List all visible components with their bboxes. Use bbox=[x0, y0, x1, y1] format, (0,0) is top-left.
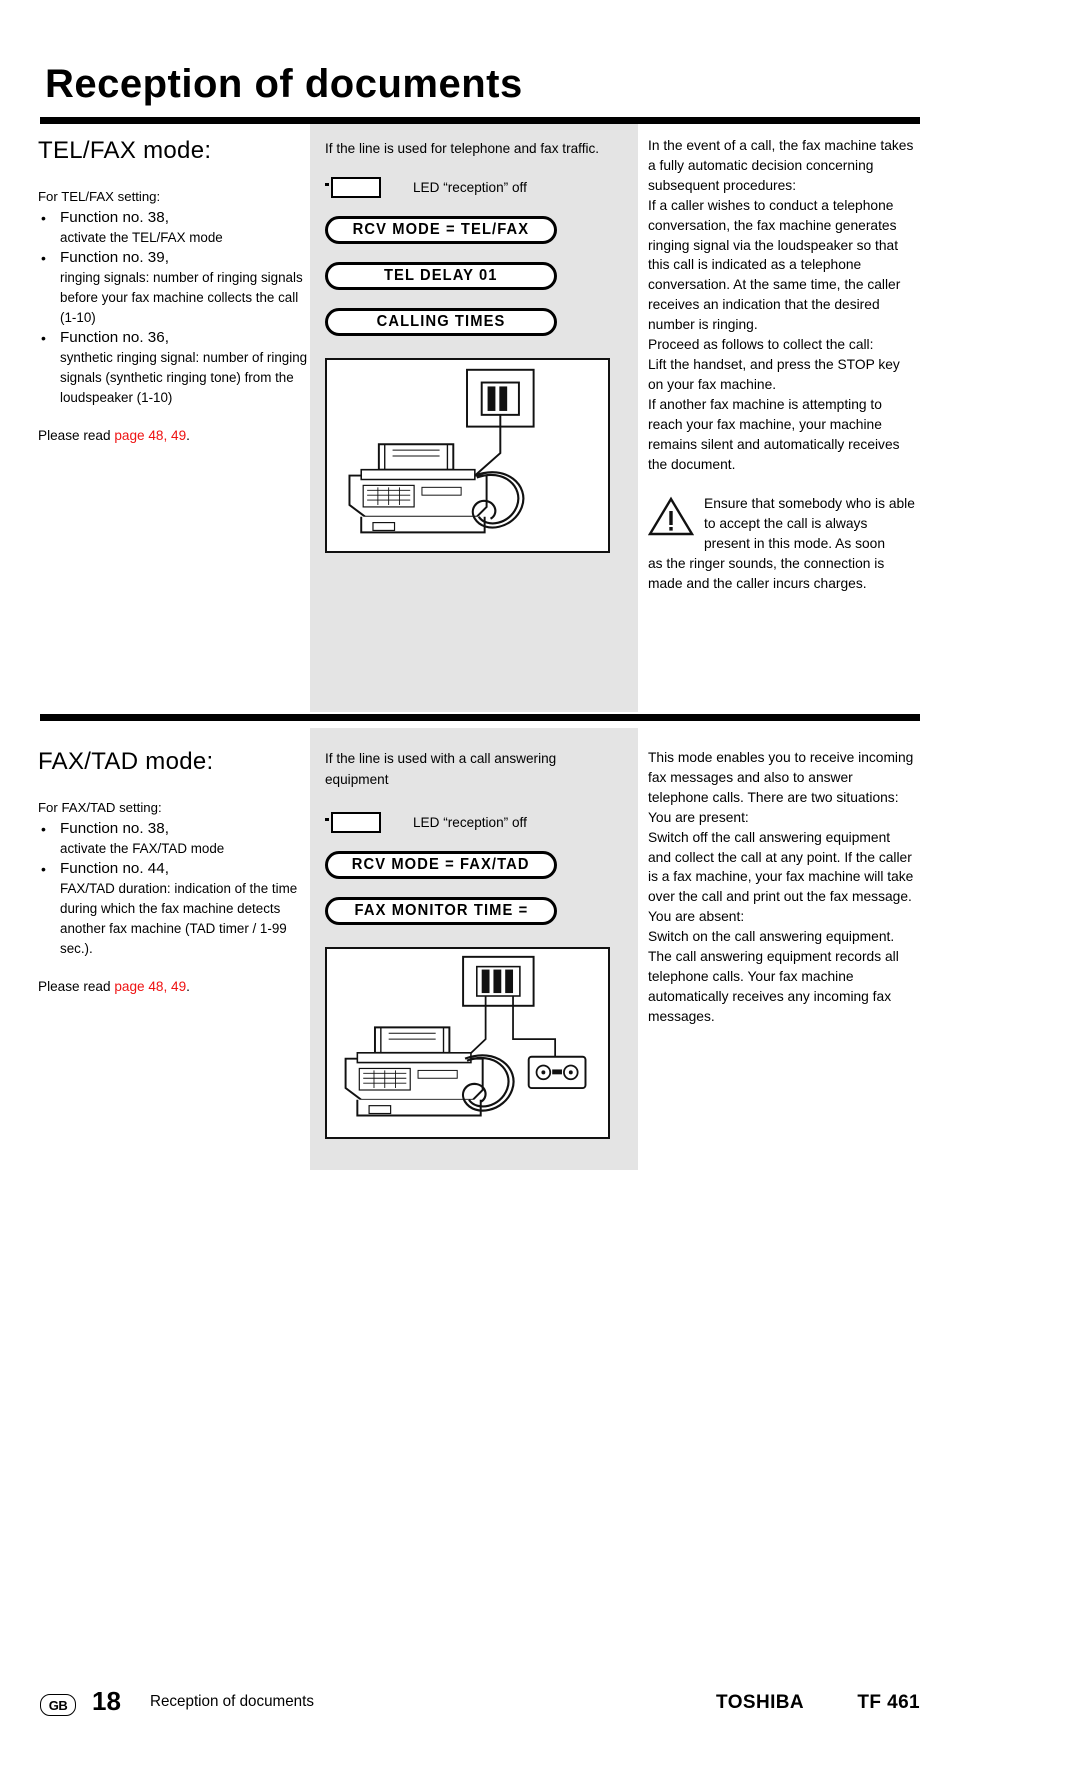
telfax-right-gutter bbox=[630, 124, 638, 712]
lcd-display-rcv-mode: RCV MODE = TEL/FAX bbox=[325, 216, 557, 244]
list-item: • Function no. 36, synthetic ringing sig… bbox=[38, 328, 308, 408]
function-title: Function no. 36, bbox=[60, 329, 169, 346]
faxtad-present-heading: You are present: bbox=[648, 809, 749, 825]
faxtad-please-read: Please read page 48, 49. bbox=[38, 977, 308, 997]
header-divider-rule bbox=[40, 117, 920, 124]
faxtad-right-gutter bbox=[630, 728, 638, 1170]
function-desc: FAX/TAD duration: indication of the time… bbox=[60, 881, 298, 956]
lcd-display-calling-times: CALLING TIMES bbox=[325, 308, 557, 336]
faxtad-middle-column: If the line is used with a call answerin… bbox=[325, 748, 620, 1139]
telfax-please-read: Please read page 48, 49. bbox=[38, 426, 308, 446]
telfax-right-column: In the event of a call, the fax machine … bbox=[647, 136, 916, 594]
telfax-paragraph-2: If a caller wishes to conduct a telephon… bbox=[648, 197, 901, 333]
lcd-text: FAX MONITOR TIME = bbox=[354, 902, 528, 919]
lcd-display-fax-monitor-time: FAX MONITOR TIME = bbox=[325, 897, 557, 925]
faxtad-mode-heading: FAX/TAD mode: bbox=[38, 748, 214, 775]
bullet-glyph: • bbox=[41, 250, 46, 266]
lcd-text: RCV MODE = FAX/TAD bbox=[352, 856, 530, 873]
list-item: • Function no. 38, activate the FAX/TAD … bbox=[38, 819, 308, 859]
telfax-warning-text-top: Ensure that somebody who is able to acce… bbox=[704, 496, 915, 552]
warning-triangle-icon bbox=[647, 496, 695, 541]
faxtad-present-body: Switch off the call answering equipment … bbox=[648, 829, 914, 905]
function-desc: synthetic ringing signal: number of ring… bbox=[60, 350, 308, 405]
telfax-middle-column: If the line is used for telephone and fa… bbox=[325, 138, 620, 553]
function-title: Function no. 44, bbox=[60, 860, 169, 877]
telfax-mid-intro: If the line is used for telephone and fa… bbox=[325, 141, 600, 156]
faxtad-led-label: LED “reception” off bbox=[413, 815, 527, 830]
please-read-suffix: . bbox=[186, 428, 190, 443]
brand-logo-text: TOSHIBA bbox=[716, 1692, 804, 1713]
telfax-warning-block: Ensure that somebody who is able to acce… bbox=[647, 494, 916, 594]
locale-badge: GB bbox=[40, 1694, 76, 1716]
please-read-suffix: . bbox=[186, 979, 190, 994]
faxtad-function-list: • Function no. 38, activate the FAX/TAD … bbox=[38, 819, 308, 959]
lcd-display-tel-delay: TEL DELAY 01 bbox=[325, 262, 557, 290]
please-read-prefix: Please read bbox=[38, 428, 115, 443]
faxtad-settings-lead: For FAX/TAD setting: bbox=[38, 800, 162, 815]
function-desc: activate the TEL/FAX mode bbox=[60, 230, 223, 245]
lcd-text: RCV MODE = TEL/FAX bbox=[352, 221, 530, 238]
bullet-glyph: • bbox=[41, 330, 46, 346]
footer-chapter-title: Reception of documents bbox=[150, 1693, 314, 1710]
telfax-paragraph-4: Lift the handset, and press the STOP key… bbox=[648, 356, 900, 392]
telfax-warning-text-bottom: as the ringer sounds, the connection is … bbox=[648, 556, 885, 592]
manual-page: Reception of documents TEL/FAX mode: For… bbox=[0, 0, 1080, 1773]
please-read-prefix: Please read bbox=[38, 979, 115, 994]
faxtad-mid-intro: If the line is used with a call answerin… bbox=[325, 751, 557, 787]
function-title: Function no. 38, bbox=[60, 820, 169, 837]
faxtad-divider-rule bbox=[40, 714, 920, 721]
page-footer: GB 18 Reception of documents TOSHIBA TF … bbox=[40, 1686, 920, 1730]
faxtad-absent-body: Switch on the call answering equipment. … bbox=[648, 929, 899, 1024]
led-lamp-icon bbox=[331, 812, 381, 833]
page-title: Reception of documents bbox=[45, 62, 523, 106]
lcd-display-rcv-mode-faxtad: RCV MODE = FAX/TAD bbox=[325, 851, 557, 879]
telfax-paragraph-3: Proceed as follows to collect the call: bbox=[648, 337, 874, 353]
bullet-glyph: • bbox=[41, 821, 46, 837]
faxtad-illustration-frame bbox=[325, 947, 610, 1139]
faxtad-absent-heading: You are absent: bbox=[648, 909, 745, 925]
lcd-text: CALLING TIMES bbox=[376, 313, 506, 330]
led-tick-mark-icon bbox=[325, 183, 329, 186]
telfax-settings-lead: For TEL/FAX setting: bbox=[38, 189, 161, 204]
telfax-led-label: LED “reception” off bbox=[413, 180, 527, 195]
page-reference-link[interactable]: page 48, 49 bbox=[114, 428, 186, 443]
warning-triangle-glyph bbox=[647, 497, 695, 536]
faxtad-right-column: This mode enables you to receive incomin… bbox=[648, 748, 916, 1027]
telfax-mode-heading: TEL/FAX mode: bbox=[38, 137, 212, 164]
lcd-text: TEL DELAY 01 bbox=[384, 267, 498, 284]
led-lamp-icon bbox=[331, 177, 381, 198]
function-title: Function no. 38, bbox=[60, 209, 169, 226]
list-item: • Function no. 44, FAX/TAD duration: ind… bbox=[38, 859, 308, 959]
fax-machine-handset-answering-machine-icon bbox=[327, 949, 608, 1137]
function-desc: activate the FAX/TAD mode bbox=[60, 841, 225, 856]
warning-top-row: Ensure that somebody who is able to acce… bbox=[647, 494, 916, 554]
led-tick-mark-icon bbox=[325, 818, 329, 821]
telfax-left-column: TEL/FAX mode: For TEL/FAX setting: • Fun… bbox=[38, 137, 308, 446]
list-item: • Function no. 39, ringing signals: numb… bbox=[38, 248, 308, 328]
bullet-glyph: • bbox=[41, 210, 46, 226]
function-desc: ringing signals: number of ringing signa… bbox=[60, 270, 303, 325]
telfax-illustration-frame bbox=[325, 358, 610, 553]
telfax-led-indicator-row: LED “reception” off bbox=[325, 177, 620, 198]
list-item: • Function no. 38, activate the TEL/FAX … bbox=[38, 208, 308, 248]
fax-machine-handset-wallsocket-icon bbox=[327, 360, 608, 551]
model-number: TF 461 bbox=[857, 1692, 920, 1713]
faxtad-left-column: FAX/TAD mode: For FAX/TAD setting: • Fun… bbox=[38, 748, 308, 997]
telfax-paragraph-1: In the event of a call, the fax machine … bbox=[648, 138, 914, 193]
faxtad-led-indicator-row: LED “reception” off bbox=[325, 812, 620, 833]
page-reference-link[interactable]: page 48, 49 bbox=[114, 979, 186, 994]
function-title: Function no. 39, bbox=[60, 249, 169, 266]
telfax-paragraph-5: If another fax machine is attempting to … bbox=[648, 396, 900, 472]
telfax-function-list: • Function no. 38, activate the TEL/FAX … bbox=[38, 208, 308, 408]
bullet-glyph: • bbox=[41, 861, 46, 877]
page-number: 18 bbox=[92, 1686, 121, 1716]
faxtad-paragraph-1: This mode enables you to receive incomin… bbox=[648, 750, 914, 805]
